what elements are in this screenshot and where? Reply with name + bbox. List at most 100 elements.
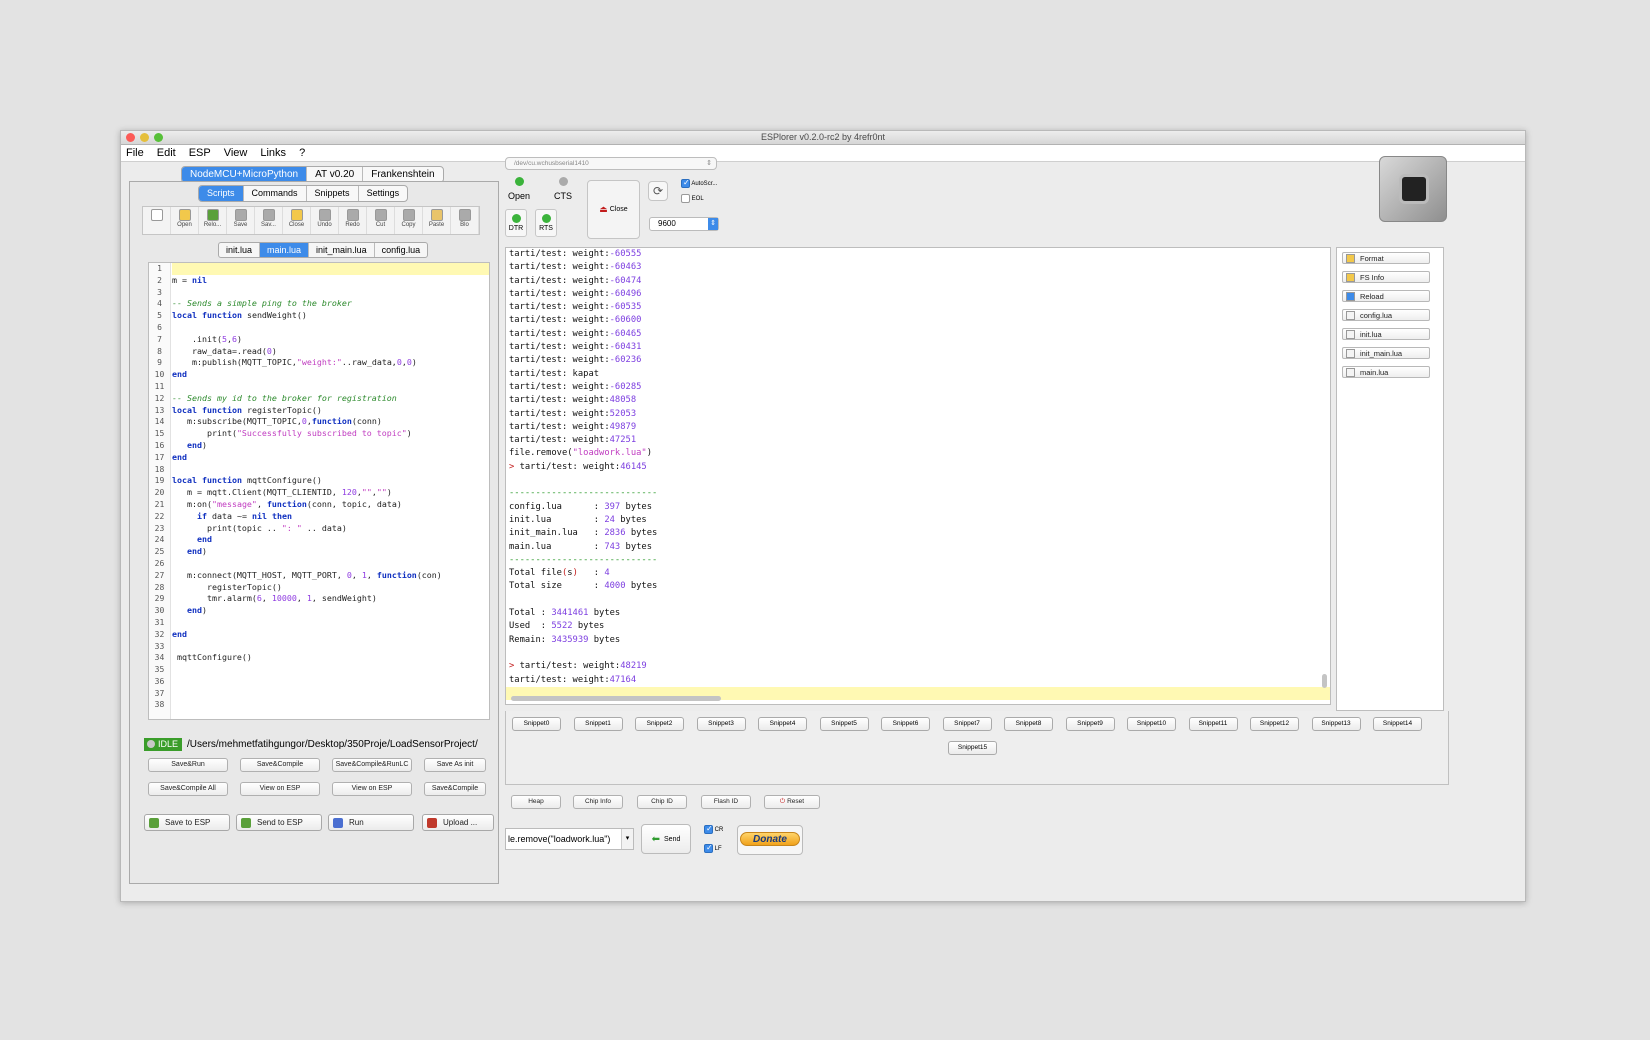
- terminal-line: tarti/test: weight:-60463: [509, 262, 642, 273]
- file-tab[interactable]: init.lua: [219, 243, 261, 257]
- menu-esp[interactable]: ESP: [189, 147, 211, 159]
- send-button[interactable]: ⬅ Send: [641, 824, 691, 854]
- chip-info-button[interactable]: Chip Info: [573, 795, 623, 809]
- menu-edit[interactable]: Edit: [157, 147, 176, 159]
- heap-button[interactable]: Heap: [511, 795, 561, 809]
- fs-button-3[interactable]: config.lua: [1342, 309, 1430, 321]
- snippet-button[interactable]: Snippet0: [512, 717, 561, 731]
- line-number: 32: [154, 629, 165, 639]
- code-editor[interactable]: 1 2 3 4 5 6 7 8 9 10 11 12 13 14 15 16 17 18 19 20 21 22 23 24 2…: [148, 262, 490, 720]
- fs-button-1[interactable]: FS Info: [1342, 271, 1430, 283]
- snippet-button[interactable]: Snippet10: [1127, 717, 1176, 731]
- snippet-button[interactable]: Snippet14: [1373, 717, 1422, 731]
- chip-logo: [1379, 156, 1447, 222]
- fs-button-6[interactable]: main.lua: [1342, 366, 1430, 378]
- code-area[interactable]: m = nil -- Sends a simple ping to the bro…: [172, 263, 489, 711]
- code-line: end: [172, 451, 187, 462]
- tab-settings[interactable]: Settings: [359, 186, 408, 201]
- script-button[interactable]: Save&Compile&RunLC: [332, 758, 412, 772]
- terminal-line: Remain: 3435939 bytes: [509, 634, 621, 645]
- script-button[interactable]: Save&Run: [148, 758, 228, 772]
- autoscroll-option[interactable]: AutoScr...: [681, 178, 717, 188]
- toolbar-button-8[interactable]: Cut: [367, 207, 395, 234]
- command-input[interactable]: le.remove("loadwork.lua") ▾: [505, 828, 634, 850]
- horizontal-scrollbar[interactable]: [511, 696, 721, 701]
- reset-button[interactable]: ⏻ Reset: [764, 795, 820, 809]
- menu-links[interactable]: Links: [260, 147, 286, 159]
- serial-terminal[interactable]: tarti/test: weight:-60555 tarti/test: wei…: [505, 247, 1331, 705]
- toolbar-button-5[interactable]: Close: [283, 207, 311, 234]
- toolbar-button-11[interactable]: Blo: [451, 207, 479, 234]
- toolbar-button-1[interactable]: Open: [171, 207, 199, 234]
- code-line: .init(5,6): [172, 333, 242, 344]
- script-button[interactable]: Save&Compile: [424, 782, 486, 796]
- eol-option[interactable]: EOL: [681, 194, 704, 203]
- snippet-button[interactable]: Snippet11: [1188, 717, 1238, 731]
- toolbar-button-9[interactable]: Copy: [395, 207, 423, 234]
- vertical-scrollbar[interactable]: [1322, 674, 1327, 688]
- toolbar-button-6[interactable]: Undo: [311, 207, 339, 234]
- terminal-line: tarti/test: weight:-60285: [509, 381, 642, 392]
- code-line: local function sendWeight(): [172, 310, 307, 321]
- script-button[interactable]: Save&Compile All: [148, 782, 228, 796]
- snippet-button[interactable]: Snippet12: [1250, 717, 1299, 731]
- fs-button-4[interactable]: init.lua: [1342, 328, 1430, 340]
- script-action-button[interactable]: Save to ESP: [144, 814, 230, 831]
- script-button[interactable]: View on ESP: [332, 782, 412, 796]
- rts-button[interactable]: RTS: [535, 209, 557, 237]
- tab-scripts[interactable]: Scripts: [199, 186, 244, 201]
- firmware-tab-2[interactable]: Frankenshtein: [363, 167, 442, 182]
- menu-file[interactable]: File: [126, 147, 144, 159]
- code-line: -- Sends my id to the broker for registr…: [172, 392, 397, 403]
- toolbar-button-10[interactable]: Paste: [423, 207, 451, 234]
- port-select[interactable]: /dev/cu.wchusbserial1410 ⇕: [505, 157, 717, 170]
- script-button[interactable]: View on ESP: [240, 782, 320, 796]
- file-tab[interactable]: init_main.lua: [309, 243, 375, 257]
- snippet-button[interactable]: Snippet7: [942, 717, 992, 731]
- firmware-tab-0[interactable]: NodeMCU+MicroPython: [182, 167, 308, 182]
- code-line: -- Sends a simple ping to the broker: [172, 298, 352, 309]
- chevron-down-icon[interactable]: ▾: [621, 829, 633, 849]
- tab-snippets[interactable]: Snippets: [307, 186, 359, 201]
- toolbar-button-0[interactable]: [143, 207, 171, 234]
- fs-button-0[interactable]: Format: [1342, 252, 1430, 264]
- script-action-button[interactable]: Run: [328, 814, 414, 831]
- refresh-ports-icon[interactable]: ⟳: [648, 181, 668, 201]
- snippet-button[interactable]: Snippet1: [573, 717, 623, 731]
- donate-button[interactable]: Donate: [737, 825, 803, 855]
- snippet-button[interactable]: Snippet4: [758, 717, 807, 731]
- snippet-button[interactable]: Snippet8: [1004, 717, 1053, 731]
- fs-button-2[interactable]: Reload: [1342, 290, 1430, 302]
- script-action-button[interactable]: Upload ...: [422, 814, 494, 831]
- snippet-button[interactable]: Snippet15: [948, 741, 997, 755]
- script-button[interactable]: Save As init: [424, 758, 486, 772]
- fs-button-5[interactable]: init_main.lua: [1342, 347, 1430, 359]
- snippet-button[interactable]: Snippet2: [635, 717, 684, 731]
- snippet-button[interactable]: Snippet5: [819, 717, 869, 731]
- snippet-button[interactable]: Snippet13: [1311, 717, 1361, 731]
- baud-select[interactable]: 9600 ⇕: [649, 217, 719, 231]
- toolbar-button-2[interactable]: Relo...: [199, 207, 227, 234]
- tab-commands[interactable]: Commands: [244, 186, 307, 201]
- terminal-line: tarti/test: weight:-60535: [509, 302, 642, 313]
- toolbar-button-4[interactable]: Sav...: [255, 207, 283, 234]
- flash-id-button[interactable]: Flash ID: [701, 795, 751, 809]
- toolbar-button-7[interactable]: Redo: [339, 207, 367, 234]
- menu-view[interactable]: View: [224, 147, 248, 159]
- toolbar-button-3[interactable]: Save: [227, 207, 255, 234]
- lf-option[interactable]: LF: [704, 843, 722, 853]
- cr-option[interactable]: CR: [704, 824, 723, 834]
- script-button[interactable]: Save&Compile: [240, 758, 320, 772]
- close-port-button[interactable]: ⏏ Close: [587, 180, 640, 239]
- snippet-button[interactable]: Snippet9: [1065, 717, 1115, 731]
- snippet-button[interactable]: Snippet6: [881, 717, 930, 731]
- script-action-button[interactable]: Send to ESP: [236, 814, 322, 831]
- line-number: 26: [154, 558, 165, 568]
- chip-id-button[interactable]: Chip ID: [637, 795, 687, 809]
- firmware-tab-1[interactable]: AT v0.20: [307, 167, 364, 182]
- file-tab[interactable]: main.lua: [260, 243, 310, 257]
- menu-help[interactable]: ?: [299, 147, 305, 159]
- snippet-button[interactable]: Snippet3: [696, 717, 746, 731]
- file-tab[interactable]: config.lua: [375, 243, 428, 257]
- dtr-button[interactable]: DTR: [505, 209, 527, 237]
